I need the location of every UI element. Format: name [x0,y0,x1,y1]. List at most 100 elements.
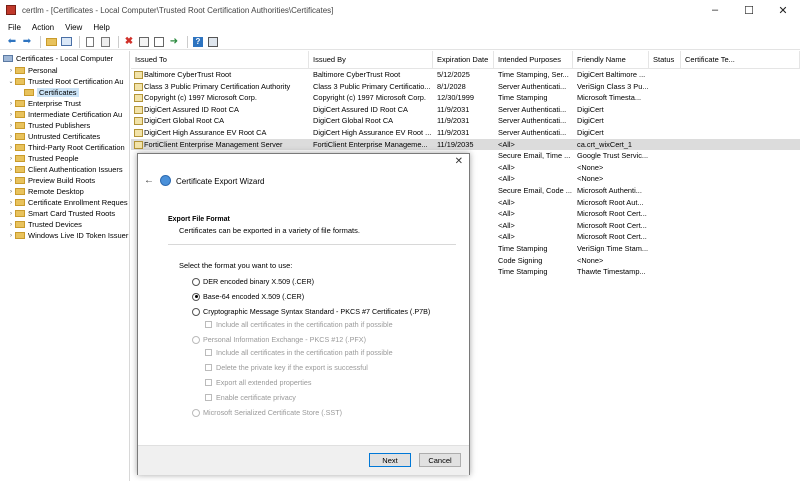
tree-item-preview-build-roots[interactable]: › Preview Build Roots [7,175,95,186]
option-pkcs7[interactable]: Cryptographic Message Syntax Standard - … [192,306,430,317]
table-row[interactable]: DigiCert Assured ID Root CA DigiCert Assu… [131,104,800,116]
menu-help[interactable]: Help [93,23,109,32]
tree-item-windows-live-id[interactable]: › Windows Live ID Token Issuer [7,230,128,241]
menu-view[interactable]: View [65,23,82,32]
up-folder-icon[interactable] [45,36,57,48]
tree-item-trusted-root[interactable]: ⌄ Trusted Root Certification Au [7,76,123,87]
radio-pfx[interactable] [192,335,200,344]
option-pfx-privacy[interactable]: Enable certificate privacy [205,392,296,403]
chevron-right-icon[interactable]: › [7,222,15,228]
chevron-right-icon[interactable]: › [7,178,15,184]
tree-item-untrusted[interactable]: › Untrusted Certificates [7,131,100,142]
column-header-issued-to[interactable]: Issued To [131,51,309,69]
chevron-right-icon[interactable]: › [7,112,15,118]
section-heading: Export File Format [168,216,230,223]
tree-item-trusted-people[interactable]: › Trusted People [7,153,79,164]
export-list-icon[interactable]: ➜ [168,36,180,48]
refresh-icon[interactable] [153,36,165,48]
column-header-issued-by[interactable]: Issued By [309,51,433,69]
chevron-right-icon[interactable]: › [7,101,15,107]
paste-icon[interactable] [99,36,111,48]
menu-action[interactable]: Action [32,23,54,32]
properties-icon[interactable] [138,36,150,48]
chevron-right-icon[interactable]: › [7,145,15,151]
dialog-close-button[interactable]: ✕ [455,156,463,167]
tree-root[interactable]: Certificates - Local Computer [3,53,113,64]
radio-sst[interactable] [192,408,200,417]
chevron-down-icon[interactable]: ⌄ [7,78,15,85]
cell-friendly-name: <None> [577,255,604,265]
option-sst[interactable]: Microsoft Serialized Certificate Store (… [192,407,342,418]
tree-item-certificates[interactable]: Certificates [24,87,79,98]
cell-purposes: <All> [498,139,515,149]
forward-arrow-icon[interactable]: ➡ [21,36,33,48]
column-header-purposes[interactable]: Intended Purposes [494,51,573,69]
tree-item-intermediate[interactable]: › Intermediate Certification Au [7,109,122,120]
chevron-right-icon[interactable]: › [7,68,15,74]
column-header-friendly-name[interactable]: Friendly Name [573,51,649,69]
certificate-icon [134,129,143,137]
menu-file[interactable]: File [8,23,21,32]
tree-item-trusted-devices[interactable]: › Trusted Devices [7,219,82,230]
cancel-button[interactable]: Cancel [419,453,461,467]
delete-icon[interactable]: ✖ [123,36,135,48]
tree-item-label: Certificates [37,88,79,97]
option-pfx-include[interactable]: Include all certificates in the certific… [205,347,393,358]
table-row[interactable]: Copyright (c) 1997 Microsoft Corp. Copyri… [131,92,800,104]
section-subheading: Certificates can be exported in a variet… [179,226,360,235]
tree-item-trusted-publishers[interactable]: › Trusted Publishers [7,120,90,131]
option-pfx-delete-label: Delete the private key if the export is … [216,363,368,372]
minimize-button[interactable]: – [698,0,732,20]
back-arrow-icon[interactable]: ← [144,175,154,186]
radio-pkcs7[interactable] [192,307,200,316]
tree-item-label: Client Authentication Issuers [28,165,123,174]
radio-der[interactable] [192,277,200,286]
show-hide-tree-icon[interactable] [60,36,72,48]
chevron-right-icon[interactable]: › [7,189,15,195]
option-pfx[interactable]: Personal Information Exchange - PKCS #12… [192,334,366,345]
chevron-right-icon[interactable]: › [7,211,15,217]
tree-item-label: Intermediate Certification Au [28,110,123,119]
tree-item-label: Enterprise Trust [28,99,81,108]
tree-item-enrollment-requests[interactable]: › Certificate Enrollment Reques [7,197,128,208]
chevron-right-icon[interactable]: › [7,134,15,140]
copy-icon[interactable] [84,36,96,48]
checkbox-pfx-export-ext[interactable] [205,379,212,386]
checkbox-pfx-privacy[interactable] [205,394,212,401]
checkbox-pkcs7-include[interactable] [205,321,212,328]
console-icon[interactable] [207,36,219,48]
table-row[interactable]: DigiCert High Assurance EV Root CA DigiCe… [131,127,800,139]
chevron-right-icon[interactable]: › [7,167,15,173]
option-der[interactable]: DER encoded binary X.509 (.CER) [192,276,314,287]
tree-item-remote-desktop[interactable]: › Remote Desktop [7,186,84,197]
tree-item-personal[interactable]: › Personal [7,65,58,76]
tree-item-client-auth-issuers[interactable]: › Client Authentication Issuers [7,164,123,175]
table-row[interactable]: DigiCert Global Root CA DigiCert Global R… [131,115,800,127]
cell-purposes: Server Authenticati... [498,81,567,91]
chevron-right-icon[interactable]: › [7,156,15,162]
tree-item-smart-card-roots[interactable]: › Smart Card Trusted Roots [7,208,115,219]
next-button[interactable]: Next [369,453,411,467]
table-row[interactable]: Class 3 Public Primary Certification Aut… [131,81,800,93]
column-header-cert-template[interactable]: Certificate Te... [681,51,800,69]
help-icon[interactable]: ? [192,36,204,48]
table-row[interactable]: Baltimore CyberTrust Root Baltimore Cyber… [131,69,800,81]
tree-item-third-party-root[interactable]: › Third-Party Root Certification [7,142,125,153]
back-arrow-icon[interactable]: ⬅ [6,36,18,48]
checkbox-pfx-delete[interactable] [205,364,212,371]
option-pkcs7-include[interactable]: Include all certificates in the certific… [205,319,393,330]
checkbox-pfx-include[interactable] [205,349,212,356]
chevron-right-icon[interactable]: › [7,200,15,206]
radio-base64[interactable] [192,292,200,301]
option-base64[interactable]: Base-64 encoded X.509 (.CER) [192,291,304,302]
tree-item-enterprise-trust[interactable]: › Enterprise Trust [7,98,81,109]
chevron-right-icon[interactable]: › [7,123,15,129]
option-pfx-export-ext[interactable]: Export all extended properties [205,377,312,388]
table-row[interactable]: FortiClient Enterprise Management Server… [131,138,800,151]
chevron-right-icon[interactable]: › [7,233,15,239]
column-header-expiration[interactable]: Expiration Date [433,51,494,69]
close-window-button[interactable]: ✕ [766,0,800,20]
option-pfx-delete[interactable]: Delete the private key if the export is … [205,362,368,373]
column-header-status[interactable]: Status [649,51,681,69]
maximize-button[interactable]: ☐ [732,0,766,20]
